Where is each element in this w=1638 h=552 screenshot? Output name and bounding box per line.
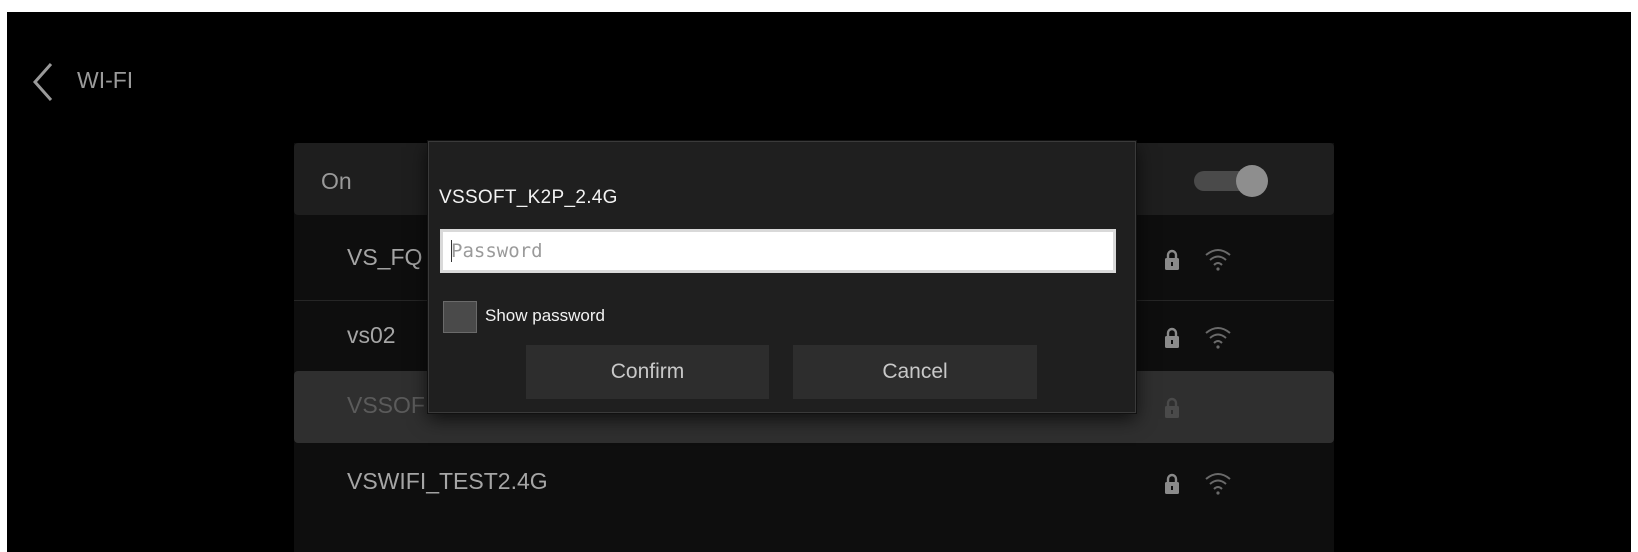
wifi-settings-screen: WI-FI On VS_FQ vs02 VSSOF VSWIFI_TEST2.4… bbox=[7, 12, 1631, 552]
lock-icon bbox=[1165, 397, 1179, 418]
text-caret bbox=[451, 240, 452, 262]
show-password-label: Show password bbox=[485, 306, 606, 325]
password-input[interactable] bbox=[440, 229, 1116, 273]
network-name: VSSOF bbox=[347, 392, 425, 418]
network-name: vs02 bbox=[347, 322, 396, 348]
lock-icon bbox=[1165, 473, 1179, 494]
cancel-button[interactable]: Cancel bbox=[793, 345, 1037, 399]
network-name: VSWIFI_TEST2.4G bbox=[347, 468, 548, 494]
wifi-toggle-switch[interactable] bbox=[1194, 165, 1268, 197]
wifi-signal-icon bbox=[1205, 473, 1231, 495]
wifi-toggle-label: On bbox=[321, 168, 352, 194]
dialog-title: VSSOFT_K2P_2.4G bbox=[439, 187, 618, 208]
page-title: WI-FI bbox=[77, 67, 134, 93]
chevron-left-icon bbox=[32, 63, 53, 101]
lock-icon bbox=[1165, 249, 1179, 270]
confirm-button[interactable]: Confirm bbox=[526, 345, 769, 399]
network-name: VS_FQ bbox=[347, 244, 423, 270]
wifi-signal-icon bbox=[1205, 249, 1231, 271]
toggle-knob bbox=[1236, 165, 1268, 197]
network-row[interactable]: VSWIFI_TEST2.4G bbox=[294, 447, 1334, 519]
wifi-signal-icon bbox=[1205, 327, 1231, 349]
lock-icon bbox=[1165, 327, 1179, 348]
password-dialog: VSSOFT_K2P_2.4G Show password Confirm Ca… bbox=[428, 141, 1136, 413]
show-password-checkbox[interactable] bbox=[443, 301, 477, 333]
back-button[interactable] bbox=[29, 60, 59, 104]
